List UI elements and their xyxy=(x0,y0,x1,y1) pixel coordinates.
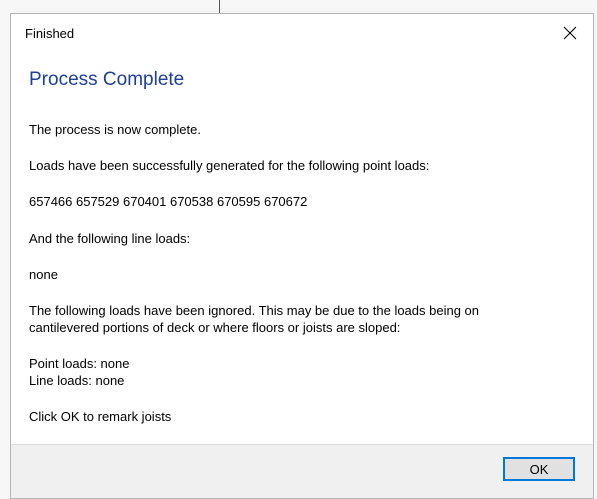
background-divider xyxy=(219,0,220,13)
close-icon xyxy=(563,26,577,39)
finished-dialog: Finished Process Complete The process is… xyxy=(10,13,594,499)
ignored-message-line-2: cantilevered portions of deck or where f… xyxy=(29,320,401,335)
dialog-titlebar: Finished xyxy=(11,14,593,51)
line-loads-value: none xyxy=(29,267,58,282)
line-loads-intro: And the following line loads: xyxy=(29,231,191,246)
point-loads-intro: Loads have been successfully generated f… xyxy=(29,158,430,173)
dialog-title: Finished xyxy=(25,26,75,41)
ignored-message-line-1: The following loads have been ignored. T… xyxy=(29,303,480,318)
ignored-point-loads: Point loads: none xyxy=(29,356,130,371)
dialog-footer: OK xyxy=(11,444,593,498)
ignored-line-loads: Line loads: none xyxy=(29,373,125,388)
point-load-ids: 657466 657529 670401 670538 670595 67067… xyxy=(29,194,308,209)
dialog-heading: Process Complete xyxy=(29,69,185,90)
complete-message: The process is now complete. xyxy=(29,122,201,137)
dialog-content: Process Complete The process is now comp… xyxy=(11,51,593,445)
ok-prompt: Click OK to remark joists xyxy=(29,409,172,424)
close-button[interactable] xyxy=(547,14,593,51)
ok-button[interactable]: OK xyxy=(503,457,575,481)
